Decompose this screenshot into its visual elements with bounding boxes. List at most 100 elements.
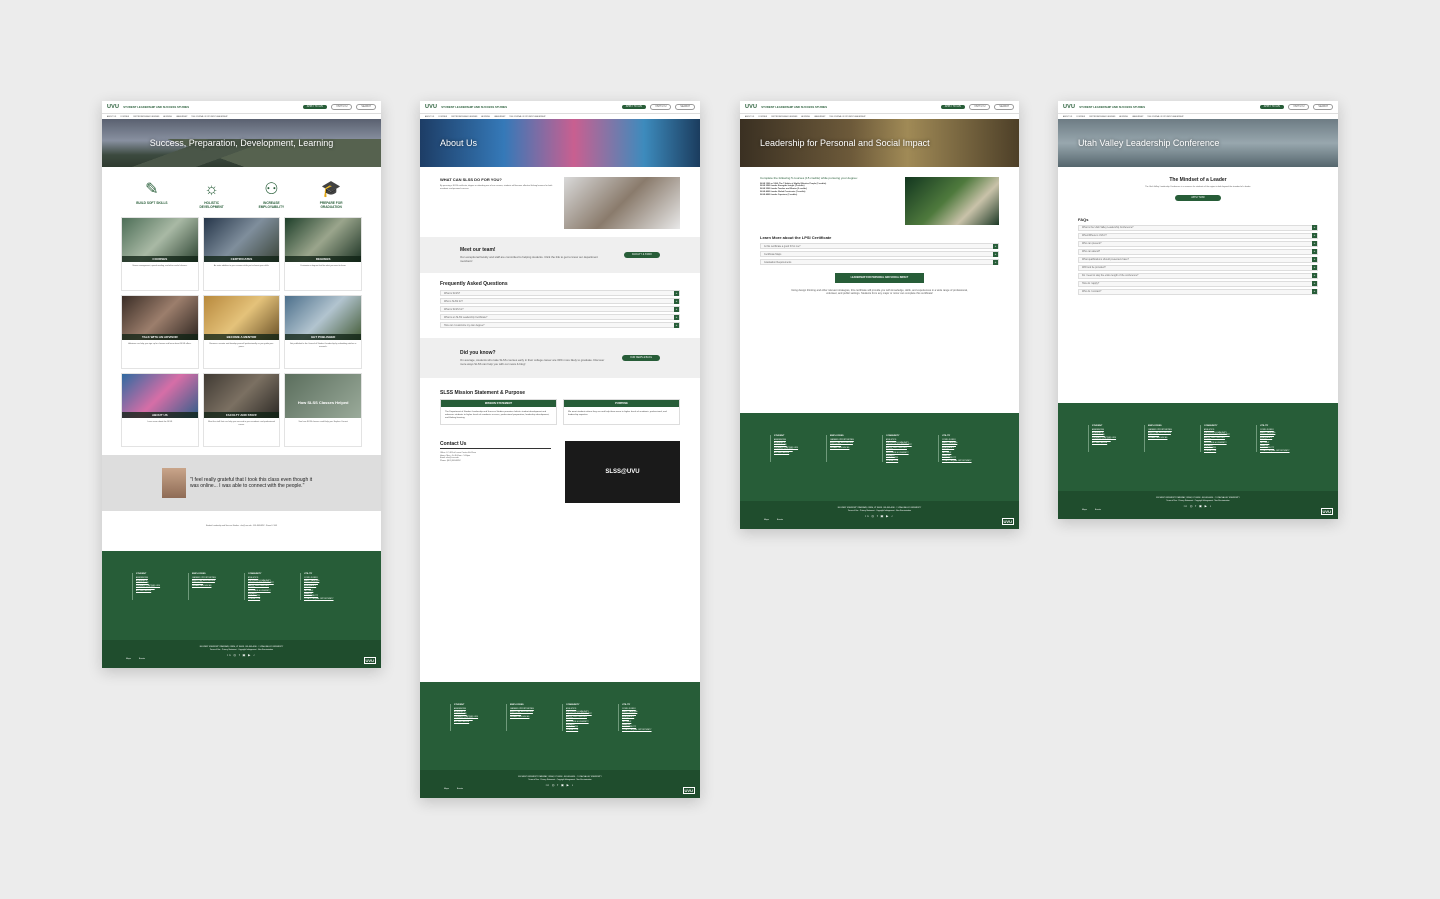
site-name[interactable]: STUDENT LEADERSHIP AND SUCCESS STUDIES <box>123 105 299 109</box>
plus-icon[interactable]: + <box>1312 249 1317 255</box>
plus-icon[interactable]: + <box>674 322 679 328</box>
uvu-logo[interactable]: UVU <box>107 104 119 110</box>
plus-icon[interactable]: + <box>1312 233 1317 239</box>
plus-icon[interactable]: + <box>674 298 679 304</box>
footer-link[interactable]: ACCREDITATION <box>454 721 492 724</box>
faq-item[interactable]: Graduation Requirements + <box>760 259 999 265</box>
plus-icon[interactable]: + <box>1312 241 1317 247</box>
nav-item[interactable]: CERTIFICATES AND DEGREES <box>133 116 159 118</box>
maps-link[interactable]: Maps <box>444 788 449 790</box>
faq-item[interactable]: Who do I contact? + <box>1078 288 1318 295</box>
maps-link[interactable]: Maps <box>1082 509 1087 511</box>
visit-button[interactable]: VISIT UVU <box>1288 104 1310 110</box>
plus-icon[interactable]: + <box>674 290 679 296</box>
footer-link[interactable]: CONTACT US <box>566 729 604 732</box>
maps-link[interactable]: Maps <box>764 519 769 521</box>
video-thumbnail[interactable]: How SLSS Classes Helped <box>285 374 361 418</box>
card-degrees[interactable]: DEGREES Customize a degree that fits what… <box>284 217 362 291</box>
plus-icon[interactable]: + <box>1312 289 1317 295</box>
social-icons[interactable]: in ◎ f ▣ ▶ ♪ <box>420 783 700 787</box>
faculty-staff-button[interactable]: FACULTY & STAFF <box>623 252 660 258</box>
nav-item[interactable]: ADVISING <box>163 116 172 118</box>
uvu-logo[interactable]: UVU <box>745 104 757 110</box>
nav-item[interactable]: COURSES <box>120 116 129 118</box>
events-link[interactable]: Events <box>457 788 463 790</box>
footer-logo[interactable]: UVU <box>1320 508 1333 515</box>
maps-link[interactable]: Maps <box>126 658 131 660</box>
site-name[interactable]: STUDENT LEADERSHIP AND SUCCESS STUDIES <box>1079 105 1256 109</box>
card-certificates[interactable]: CERTIFICATES An extra addition to your re… <box>202 217 281 291</box>
plus-icon[interactable]: + <box>674 306 679 312</box>
faq-item[interactable]: Who is SLSS for? + <box>440 298 680 304</box>
nav-item[interactable]: THE JOURNAL OF STUDENT LEADERSHIP <box>829 116 865 118</box>
nav-item[interactable]: COURSES <box>438 116 447 118</box>
footer-link[interactable]: TITLE IX / EQUAL OPPORTUNITY <box>304 598 342 601</box>
apply-button[interactable]: APPLY TO UVU <box>302 105 328 109</box>
uvu-logo[interactable]: UVU <box>1063 104 1075 110</box>
faq-item[interactable]: What is SLSS for? + <box>440 306 680 312</box>
footer-link[interactable]: ACCREDITATION <box>1092 442 1130 445</box>
footer-link[interactable]: ACCREDITATION <box>774 452 812 455</box>
events-link[interactable]: Events <box>139 658 145 660</box>
visit-button[interactable]: VISIT UVU <box>650 104 672 110</box>
uvu-logo[interactable]: UVU <box>425 104 437 110</box>
plus-icon[interactable]: + <box>1312 273 1317 279</box>
nav-item[interactable]: COURSES <box>758 116 767 118</box>
apply-button[interactable]: APPLY TO UVU <box>1259 105 1285 109</box>
nav-item[interactable]: LEADERSHIP <box>814 116 825 118</box>
card-advisor[interactable]: TALK WITH AN ADVISOR Advisors can help yo… <box>121 295 199 369</box>
nav-item[interactable]: ADVISING <box>801 116 810 118</box>
footer-link[interactable]: TITLE IX / EQUAL OPPORTUNITY <box>1260 450 1298 453</box>
footer-link[interactable]: HUMAN RESOURCES <box>510 716 548 719</box>
faq-item[interactable]: What is the Utah Valley Leadership Confe… <box>1078 224 1318 231</box>
search-button[interactable]: SEARCH <box>994 104 1014 110</box>
plus-icon[interactable]: + <box>993 259 998 265</box>
site-name[interactable]: STUDENT LEADERSHIP AND SUCCESS STUDIES <box>441 105 618 109</box>
card-video[interactable]: How SLSS Classes Helped See how SLSS clas… <box>284 373 362 447</box>
nav-item[interactable]: ABOUT US <box>1063 116 1072 118</box>
nav-item[interactable]: ABOUT US <box>107 116 116 118</box>
plus-icon[interactable]: + <box>993 243 998 249</box>
nav-item[interactable]: THE JOURNAL OF STUDENT LEADERSHIP <box>1147 116 1183 118</box>
lpsi-button[interactable]: LEADERSHIP FOR PERSONAL AND SOCIAL IMPAC… <box>834 273 925 283</box>
faq-item[interactable]: Who can attend? + <box>1078 248 1318 255</box>
faq-item[interactable]: What is SLSS? + <box>440 290 680 296</box>
footer-link[interactable]: ACCREDITATION <box>136 590 174 593</box>
footer-logo[interactable]: UVU <box>682 787 695 794</box>
visit-button[interactable]: VISIT UVU <box>969 104 991 110</box>
plus-icon[interactable]: + <box>1312 265 1317 271</box>
card-about[interactable]: ABOUT US Learn more about the SLSS <box>121 373 199 447</box>
plus-icon[interactable]: + <box>1312 281 1317 287</box>
footer-link[interactable]: HUMAN RESOURCES <box>1148 437 1186 440</box>
plus-icon[interactable]: + <box>1312 257 1317 263</box>
footer-link[interactable]: TITLE IX / EQUAL OPPORTUNITY <box>622 729 660 732</box>
nav-item[interactable]: ABOUT US <box>745 116 754 118</box>
apply-button[interactable]: APPLY TO UVU <box>940 105 966 109</box>
nav-item[interactable]: CERTIFICATES AND DEGREES <box>451 116 477 118</box>
footer-link[interactable]: CONTACT US <box>1204 450 1242 453</box>
faq-item[interactable]: What is an SLSS Leadership Certificate? + <box>440 314 680 320</box>
plus-icon[interactable]: + <box>993 251 998 257</box>
footer-link[interactable]: HUMAN RESOURCES <box>192 585 230 588</box>
faq-item[interactable]: Certificate Maps + <box>760 251 999 257</box>
nav-item[interactable]: ADVISING <box>1119 116 1128 118</box>
social-icons[interactable]: in ◎ f ▣ ▶ ♪ <box>740 514 1019 518</box>
faq-item[interactable]: Is this certificate a good fit for me? + <box>760 243 999 249</box>
nav-item[interactable]: THE JOURNAL OF STUDENT LEADERSHIP <box>191 116 227 118</box>
faq-item[interactable]: Will food be provided? + <box>1078 264 1318 271</box>
apply-now-button[interactable]: APPLY NOW <box>1175 194 1221 201</box>
nav-item[interactable]: ADVISING <box>481 116 490 118</box>
social-icons[interactable]: in ◎ f ▣ ▶ ♪ <box>1058 504 1338 508</box>
footer-link[interactable]: TITLE IX / EQUAL OPPORTUNITY <box>942 460 980 463</box>
card-courses[interactable]: COURSES Stress management, speed reading,… <box>121 217 199 291</box>
events-link[interactable]: Events <box>1095 509 1101 511</box>
nav-item[interactable]: THE JOURNAL OF STUDENT LEADERSHIP <box>509 116 545 118</box>
plus-icon[interactable]: + <box>1312 225 1317 231</box>
nav-item[interactable]: CERTIFICATES AND DEGREES <box>1089 116 1115 118</box>
search-button[interactable]: SEARCH <box>356 104 376 110</box>
faq-item[interactable]: What qualifications should presenters ha… <box>1078 256 1318 263</box>
faq-item[interactable]: How can I customize my own degree? + <box>440 322 680 328</box>
social-icons[interactable]: in ◎ f ▣ ▶ ♪ <box>102 653 381 657</box>
nav-item[interactable]: ABOUT US <box>425 116 434 118</box>
faq-item[interactable]: Who can present? + <box>1078 240 1318 247</box>
